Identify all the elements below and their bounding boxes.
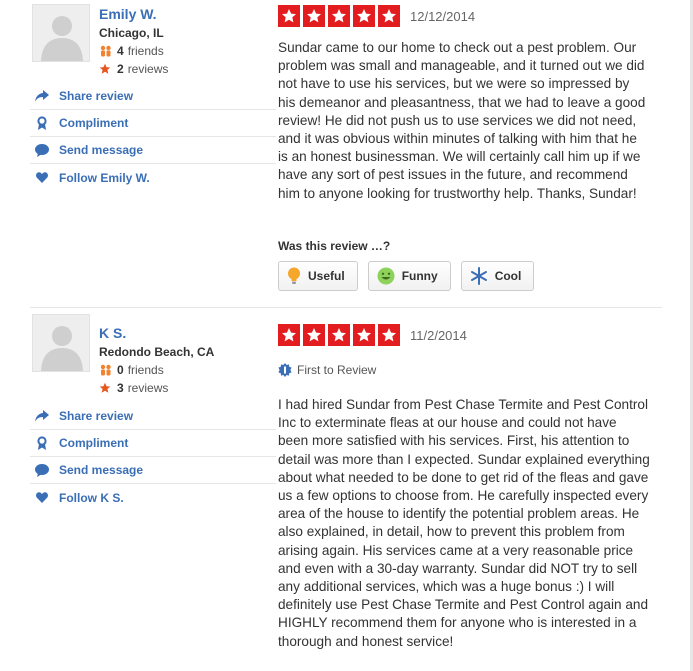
- useful-label: Useful: [308, 269, 345, 283]
- review-count-value: 2: [117, 62, 124, 76]
- star-icon: [99, 63, 113, 75]
- send-message-link[interactable]: Send message: [30, 457, 276, 484]
- star-icon: [303, 324, 325, 346]
- review-text: Sundar came to our home to check out a p…: [278, 40, 646, 201]
- heart-icon: [34, 492, 50, 503]
- review-actions: Share review Compliment Send message Fol…: [30, 83, 276, 191]
- follow-user-label: Follow K S.: [59, 490, 124, 505]
- friend-count: 0 friends: [99, 363, 164, 377]
- vote-buttons: Useful Funny Cool: [278, 261, 544, 291]
- share-review-link[interactable]: Share review: [30, 403, 276, 430]
- star-icon: [303, 5, 325, 27]
- compliment-link[interactable]: Compliment: [30, 110, 276, 137]
- avatar[interactable]: [32, 314, 90, 372]
- smiley-icon: [377, 267, 395, 285]
- review-count: 2 reviews: [99, 62, 168, 76]
- review-text: I had hired Sundar from Pest Chase Termi…: [278, 397, 650, 649]
- cool-label: Cool: [494, 269, 522, 283]
- star-icon: [378, 5, 400, 27]
- snowflake-icon: [470, 267, 488, 285]
- user-name-link[interactable]: Emily W.: [99, 6, 157, 22]
- review-actions: Share review Compliment Send message Fol…: [30, 403, 276, 511]
- star-icon: [328, 324, 350, 346]
- star-icon: [353, 324, 375, 346]
- review-count: 3 reviews: [99, 381, 168, 395]
- speech-bubble-icon: [34, 463, 50, 477]
- share-review-link[interactable]: Share review: [30, 83, 276, 110]
- speech-bubble-icon: [34, 143, 50, 157]
- follow-user-label: Follow Emily W.: [59, 170, 150, 185]
- user-name-link[interactable]: K S.: [99, 325, 126, 341]
- avatar[interactable]: [32, 4, 90, 62]
- friend-count-value: 0: [117, 363, 124, 377]
- badge-icon: [278, 363, 292, 377]
- send-message-label: Send message: [59, 463, 144, 477]
- star-icon: [278, 324, 300, 346]
- funny-label: Funny: [401, 269, 438, 283]
- first-to-review-label: First to Review: [297, 363, 377, 377]
- ribbon-icon: [34, 116, 50, 130]
- friend-count-label: friends: [127, 44, 164, 58]
- ribbon-icon: [34, 436, 50, 450]
- heart-icon: [34, 172, 50, 183]
- star-icon: [378, 324, 400, 346]
- review-item: Emily W. Chicago, IL 4 friends 2 reviews…: [30, 0, 662, 308]
- review-date: 12/12/2014: [410, 9, 476, 24]
- cool-button[interactable]: Cool: [460, 261, 535, 291]
- friend-count: 4 friends: [99, 44, 164, 58]
- star-rating: [278, 324, 403, 346]
- review-date: 11/2/2014: [410, 328, 467, 343]
- share-arrow-icon: [34, 410, 50, 422]
- send-message-link[interactable]: Send message: [30, 137, 276, 164]
- funny-button[interactable]: Funny: [367, 261, 451, 291]
- review-count-value: 3: [117, 381, 124, 395]
- friend-count-label: friends: [127, 363, 164, 377]
- star-icon: [99, 382, 113, 394]
- star-icon: [353, 5, 375, 27]
- vote-prompt: Was this review …?: [278, 239, 391, 253]
- compliment-link[interactable]: Compliment: [30, 430, 276, 457]
- star-icon: [328, 5, 350, 27]
- send-message-label: Send message: [59, 143, 144, 157]
- star-icon: [278, 5, 300, 27]
- first-to-review-badge: First to Review: [278, 363, 376, 377]
- star-rating: [278, 5, 403, 27]
- friends-icon: [99, 45, 113, 57]
- friend-count-value: 4: [117, 44, 124, 58]
- useful-button[interactable]: Useful: [278, 261, 358, 291]
- user-location: Chicago, IL: [99, 26, 164, 40]
- share-review-label: Share review: [59, 89, 134, 103]
- review-item: K S. Redondo Beach, CA 0 friends 3 revie…: [30, 310, 662, 671]
- share-arrow-icon: [34, 90, 50, 102]
- user-location: Redondo Beach, CA: [99, 345, 215, 359]
- lightbulb-icon: [287, 267, 301, 285]
- review-count-label: reviews: [127, 62, 169, 76]
- follow-user-link[interactable]: Follow K S.: [30, 484, 276, 511]
- share-review-label: Share review: [59, 409, 134, 423]
- compliment-label: Compliment: [59, 436, 129, 450]
- follow-user-link[interactable]: Follow Emily W.: [30, 164, 276, 191]
- review-count-label: reviews: [127, 381, 169, 395]
- friends-icon: [99, 364, 113, 376]
- compliment-label: Compliment: [59, 116, 129, 130]
